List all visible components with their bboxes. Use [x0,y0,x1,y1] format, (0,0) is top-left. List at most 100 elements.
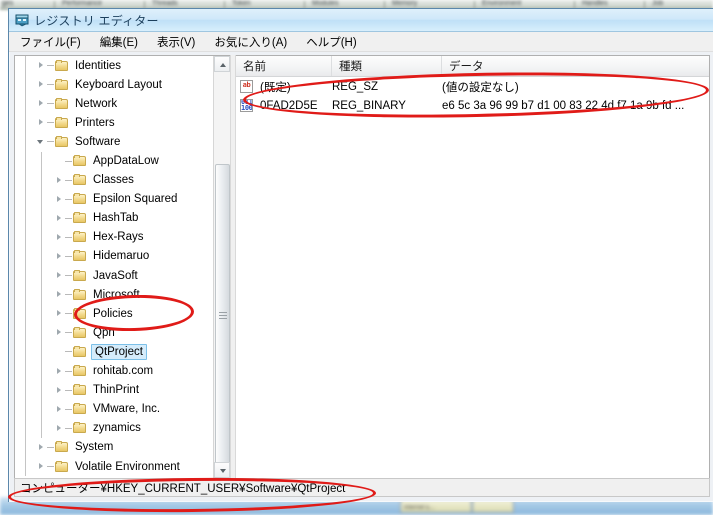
tree-connector-line [47,122,54,124]
tree-item-Microsoft[interactable]: Microsoft [15,285,212,304]
tree-item-Network[interactable]: Network [15,94,212,113]
tree-vertical-scrollbar[interactable] [213,56,230,478]
expand-arrow-right-icon[interactable] [37,80,46,89]
expand-arrow-right-icon[interactable] [37,118,46,127]
folder-icon [55,78,69,91]
menu-help[interactable]: ヘルプ(H) [303,33,359,51]
tree-item-rohitab-com[interactable]: rohitab.com [15,362,212,381]
background-tab: Modules [312,0,339,7]
value-data: (値の設定なし) [442,81,519,94]
tree-item-Hex-Rays[interactable]: Hex-Rays [15,228,212,247]
scrollbar-thumb[interactable] [215,164,230,464]
folder-icon [73,345,87,358]
tree-item-Software[interactable]: Software [15,132,212,151]
tree-item-Hidemaruo[interactable]: Hidemaruo [15,247,212,266]
tree-connector-line [65,275,72,277]
table-row[interactable]: ab (既定) REG_SZ (値の設定なし) [236,77,709,96]
tree-item-Qpn[interactable]: Qpn [15,323,212,342]
column-data[interactable]: データ [442,56,698,76]
tree-item-Policies[interactable]: Policies [15,304,212,323]
tree-item-Volatile-Environment[interactable]: Volatile Environment [15,457,212,476]
tree-item-label: QtProject [91,343,147,360]
folder-icon [55,97,69,110]
expand-arrow-right-icon[interactable] [55,214,64,223]
expand-arrow-right-icon[interactable] [37,443,46,452]
tree-item-label: Hidemaruo [93,250,150,263]
tree-connector-line [65,332,72,334]
tree-connector-line [47,103,54,105]
registry-editor-window: レジストリ エディター ファイル(F) 編集(E) 表示(V) お気に入り(A)… [8,8,713,502]
tree-connector-line [65,370,72,372]
scroll-up-arrow-icon[interactable] [214,56,230,72]
background-tab: Threads [152,0,178,7]
background-tab: Environment [482,0,522,7]
folder-icon [55,441,69,453]
registry-values-list[interactable]: ab (既定) REG_SZ (値の設定なし) 011 100 0FAD2D5E REG_BI… [236,77,709,115]
expand-arrow-right-icon[interactable] [55,195,64,204]
tree-item-QtProject[interactable]: QtProject [15,342,212,361]
tree-item-ThinPrint[interactable]: ThinPrint [15,381,212,400]
tree-item-AppDataLow[interactable]: AppDataLow [15,151,212,170]
tree-item-Keyboard-Layout[interactable]: Keyboard Layout [15,75,212,94]
expand-arrow-right-icon[interactable] [55,176,64,185]
tree-item-HashTab[interactable]: HashTab [15,209,212,228]
registry-values-pane[interactable]: 名前 種類 データ ab (既定) REG_SZ (値の設定なし) 011 100 0FAD… [236,55,710,479]
tree-connector-line [65,179,72,181]
tree-item-Printers[interactable]: Printers [15,113,212,132]
tree-item-JavaSoft[interactable]: JavaSoft [15,266,212,285]
value-name: 0FAD2D5E [260,99,318,112]
background-tab: Memory [392,0,418,7]
tree-connector-line [47,84,54,86]
tree-connector-line [47,466,54,468]
expand-arrow-right-icon[interactable] [55,290,64,299]
expand-arrow-right-icon[interactable] [55,405,64,414]
folder-icon [73,288,87,301]
expand-arrow-right-icon[interactable] [37,61,46,70]
scroll-down-arrow-icon[interactable] [214,462,230,478]
statusbar-path: コンピューター¥HKEY_CURRENT_USER¥Software¥QtPro… [20,482,346,495]
menu-edit[interactable]: 編集(E) [97,33,141,51]
tree-item-label: Identities [75,59,122,72]
tree-item-System[interactable]: System [15,438,212,457]
icon-glyph: ab [242,81,251,89]
tree-connector-line [47,446,54,448]
menu-view[interactable]: 表示(V) [154,33,198,51]
expand-arrow-right-icon[interactable] [37,462,46,471]
list-column-header: 名前 種類 データ [236,56,709,77]
background-tab: Token [232,0,251,7]
expand-arrow-right-icon[interactable] [37,99,46,108]
tree-item-label: AppDataLow [93,155,159,168]
expand-arrow-right-icon[interactable] [55,233,64,242]
tree-connector-line [65,427,72,429]
tree-connector-line [65,408,72,410]
tree-connector-line [65,160,72,162]
tree-item-zynamics[interactable]: zynamics [15,419,212,438]
tree-item-VMware-Inc-[interactable]: VMware, Inc. [15,400,212,419]
expand-arrow-right-icon[interactable] [55,271,64,280]
tree-item-Epsilon-Squared[interactable]: Epsilon Squared [15,190,212,209]
expand-arrow-right-icon[interactable] [55,309,64,318]
tree-indent-guide [41,151,42,438]
expand-arrow-right-icon[interactable] [55,252,64,261]
expand-arrow-right-icon[interactable] [55,328,64,337]
registry-tree-pane[interactable]: Identities Keyboard Layout Network Printers… [14,55,230,479]
registry-tree[interactable]: Identities Keyboard Layout Network Printers… [15,56,212,478]
folder-icon [73,193,87,205]
menu-file[interactable]: ファイル(F) [17,33,84,51]
tree-item-Identities[interactable]: Identities [15,56,212,75]
tree-item-label: System [75,441,114,454]
expand-arrow-right-icon[interactable] [55,367,64,376]
string-value-icon: ab [240,80,255,93]
background-tab: Performance [62,0,103,7]
background-tab: Job [652,0,664,7]
regedit-icon [15,12,30,27]
menu-favorites[interactable]: お気に入り(A) [211,33,290,51]
expand-arrow-right-icon[interactable] [55,424,64,433]
column-type[interactable]: 種類 [332,56,442,76]
background-tab: ges [2,0,14,7]
table-row[interactable]: 011 100 0FAD2D5E REG_BINARY e6 5c 3a 96 99 b… [236,96,709,115]
expand-arrow-down-icon[interactable] [37,137,46,146]
column-name[interactable]: 名前 [236,56,332,76]
expand-arrow-right-icon[interactable] [55,386,64,395]
tree-item-Classes[interactable]: Classes [15,171,212,190]
